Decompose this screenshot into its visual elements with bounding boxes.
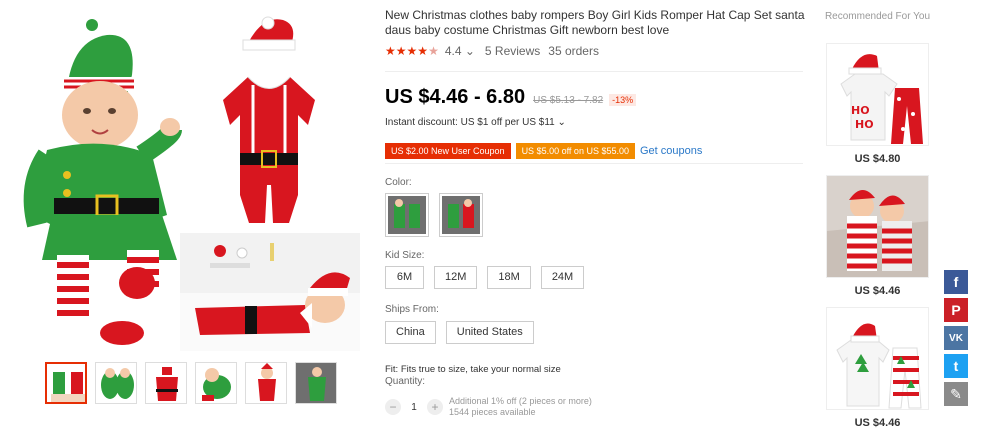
recommended-item-image: [826, 175, 929, 278]
svg-text:HO: HO: [851, 104, 870, 117]
product-title: New Christmas clothes baby rompers Boy G…: [385, 8, 805, 37]
facebook-icon: f: [953, 274, 959, 290]
old-price: US $5.13 - 7.82: [533, 95, 604, 106]
quantity-decrease-button[interactable]: −: [385, 399, 401, 415]
get-coupons-link[interactable]: Get coupons: [640, 145, 702, 157]
rating-value: 4.4: [444, 44, 462, 58]
thumbnail-strip: [45, 362, 337, 404]
ships-option-china[interactable]: China: [385, 321, 436, 344]
quantity-increase-button[interactable]: +: [427, 399, 443, 415]
chevron-down-icon: ⌄: [464, 44, 475, 58]
ships-option-united-states[interactable]: United States: [445, 321, 534, 344]
star-icon: ★: [385, 44, 396, 58]
product-info: New Christmas clothes baby rompers Boy G…: [385, 8, 805, 417]
quantity-input[interactable]: 1: [401, 402, 427, 413]
pieces-available: 1544 pieces available: [449, 407, 536, 417]
new-user-coupon[interactable]: US $2.00 New User Coupon: [385, 143, 511, 159]
pinterest-icon: P: [951, 302, 961, 318]
thumbnail-4[interactable]: [195, 362, 237, 404]
product-gallery: [0, 0, 370, 435]
twitter-share-button[interactable]: t: [944, 354, 968, 378]
recommended-item[interactable]: HO HO US $4.80: [826, 43, 929, 165]
facebook-share-button[interactable]: f: [944, 270, 968, 294]
orders-count: 35 orders: [548, 44, 599, 58]
quantity-note: Additional 1% off (2 pieces or more) 154…: [449, 396, 592, 418]
quantity-label: Quantity:: [385, 376, 426, 387]
price: US $4.46 - 6.80: [385, 86, 526, 108]
thumbnail-3[interactable]: [145, 362, 187, 404]
fit-note: Fit: Fits true to size, take your normal…: [385, 364, 561, 375]
svg-text:HO: HO: [855, 118, 874, 131]
recommended-sidebar: Recommended For You HO HO US $4.80 US $4…: [820, 10, 935, 429]
vk-icon: VK: [949, 332, 963, 344]
bulk-discount-note: Additional 1% off (2 pieces or more): [449, 396, 592, 406]
pinterest-share-button[interactable]: P: [944, 298, 968, 322]
rating-dropdown[interactable]: 4.4 ⌄: [445, 44, 475, 58]
size-option-18m[interactable]: 18M: [487, 266, 531, 289]
thumbnail-2[interactable]: [95, 362, 137, 404]
rating-row: ★ ★ ★ ★ ★ 4.4 ⌄ 5 Reviews 35 orders: [385, 44, 805, 58]
color-options: [385, 193, 483, 237]
twitter-icon: t: [953, 358, 959, 374]
instant-discount[interactable]: Instant discount: US $1 off per US $11 ⌄: [385, 117, 566, 128]
recommended-item-image: HO HO: [826, 43, 929, 146]
pencil-icon: ✎: [950, 385, 962, 402]
size-option-24m[interactable]: 24M: [540, 266, 585, 289]
edit-button[interactable]: ✎: [944, 382, 968, 406]
size-options: 6M 12M 18M 24M: [385, 266, 585, 289]
coupon-row: US $2.00 New User Coupon US $5.00 off on…: [385, 143, 702, 159]
thumbnail-6[interactable]: [295, 362, 337, 404]
size-option-12m[interactable]: 12M: [434, 266, 478, 289]
thumbnail-1[interactable]: [45, 362, 87, 404]
product-image-santa-suit[interactable]: [213, 15, 325, 228]
kid-size-label: Kid Size:: [385, 250, 425, 261]
star-icon: ★: [417, 44, 429, 58]
quantity-stepper: − 1 + Additional 1% off (2 pieces or mor…: [385, 396, 592, 418]
recommended-item-price: US $4.80: [854, 153, 901, 165]
recommended-item[interactable]: US $4.46: [826, 175, 929, 297]
price-row: US $4.46 - 6.80 US $5.13 - 7.82 -13%: [385, 86, 637, 109]
discount-badge: -13%: [609, 94, 637, 106]
share-bar: f P VK t ✎: [944, 270, 968, 410]
divider: [385, 71, 803, 72]
ships-from-options: China United States: [385, 321, 534, 344]
vk-share-button[interactable]: VK: [944, 326, 968, 350]
recommended-item[interactable]: US $4.46: [826, 307, 929, 429]
star-icon: ★: [406, 44, 418, 58]
recommended-item-price: US $4.46: [854, 417, 901, 429]
star-rating: ★ ★ ★ ★ ★: [385, 44, 439, 58]
recommended-title: Recommended For You: [824, 11, 931, 22]
color-label: Color:: [385, 177, 412, 188]
thumbnail-5[interactable]: [245, 362, 287, 404]
product-image-baby-lying[interactable]: [180, 233, 360, 351]
reviews-link[interactable]: 5 Reviews: [485, 44, 540, 58]
recommended-item-image: [826, 307, 929, 410]
size-option-6m[interactable]: 6M: [385, 266, 424, 289]
color-option-santa[interactable]: [439, 193, 483, 237]
color-option-elf[interactable]: [385, 193, 429, 237]
divider: [385, 163, 803, 164]
product-image-elf[interactable]: [12, 15, 187, 345]
star-half-icon: ★: [428, 44, 439, 58]
star-icon: ★: [395, 44, 407, 58]
ships-from-label: Ships From:: [385, 304, 439, 315]
recommended-item-price: US $4.46: [854, 285, 901, 297]
store-coupon[interactable]: US $5.00 off on US $55.00: [515, 143, 635, 159]
